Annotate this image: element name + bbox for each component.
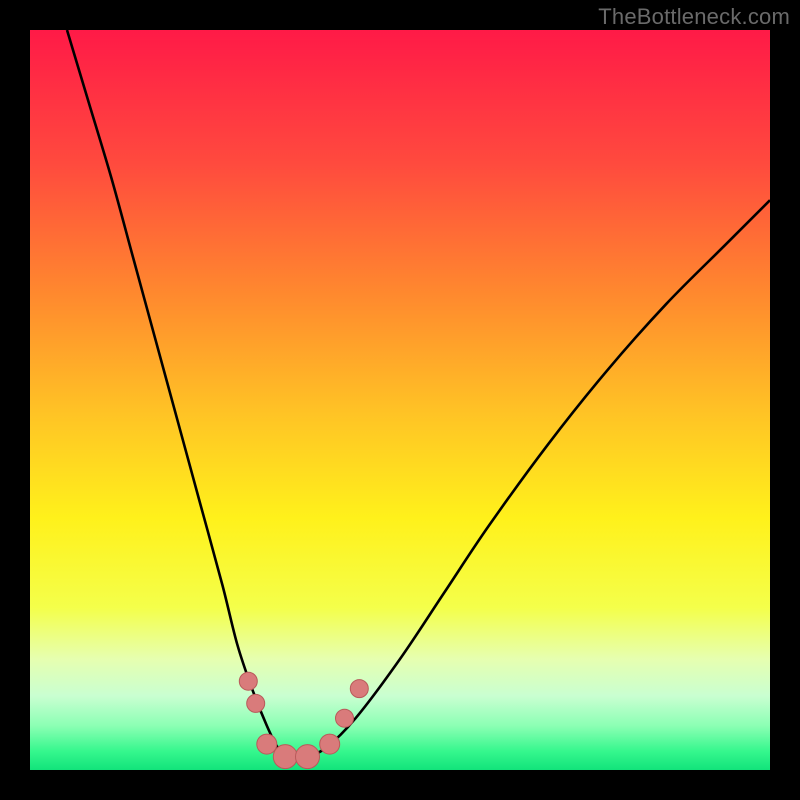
plot-area: [30, 30, 770, 770]
heat-gradient-background: [30, 30, 770, 770]
chart-frame: TheBottleneck.com: [0, 0, 800, 800]
watermark-text: TheBottleneck.com: [598, 4, 790, 30]
